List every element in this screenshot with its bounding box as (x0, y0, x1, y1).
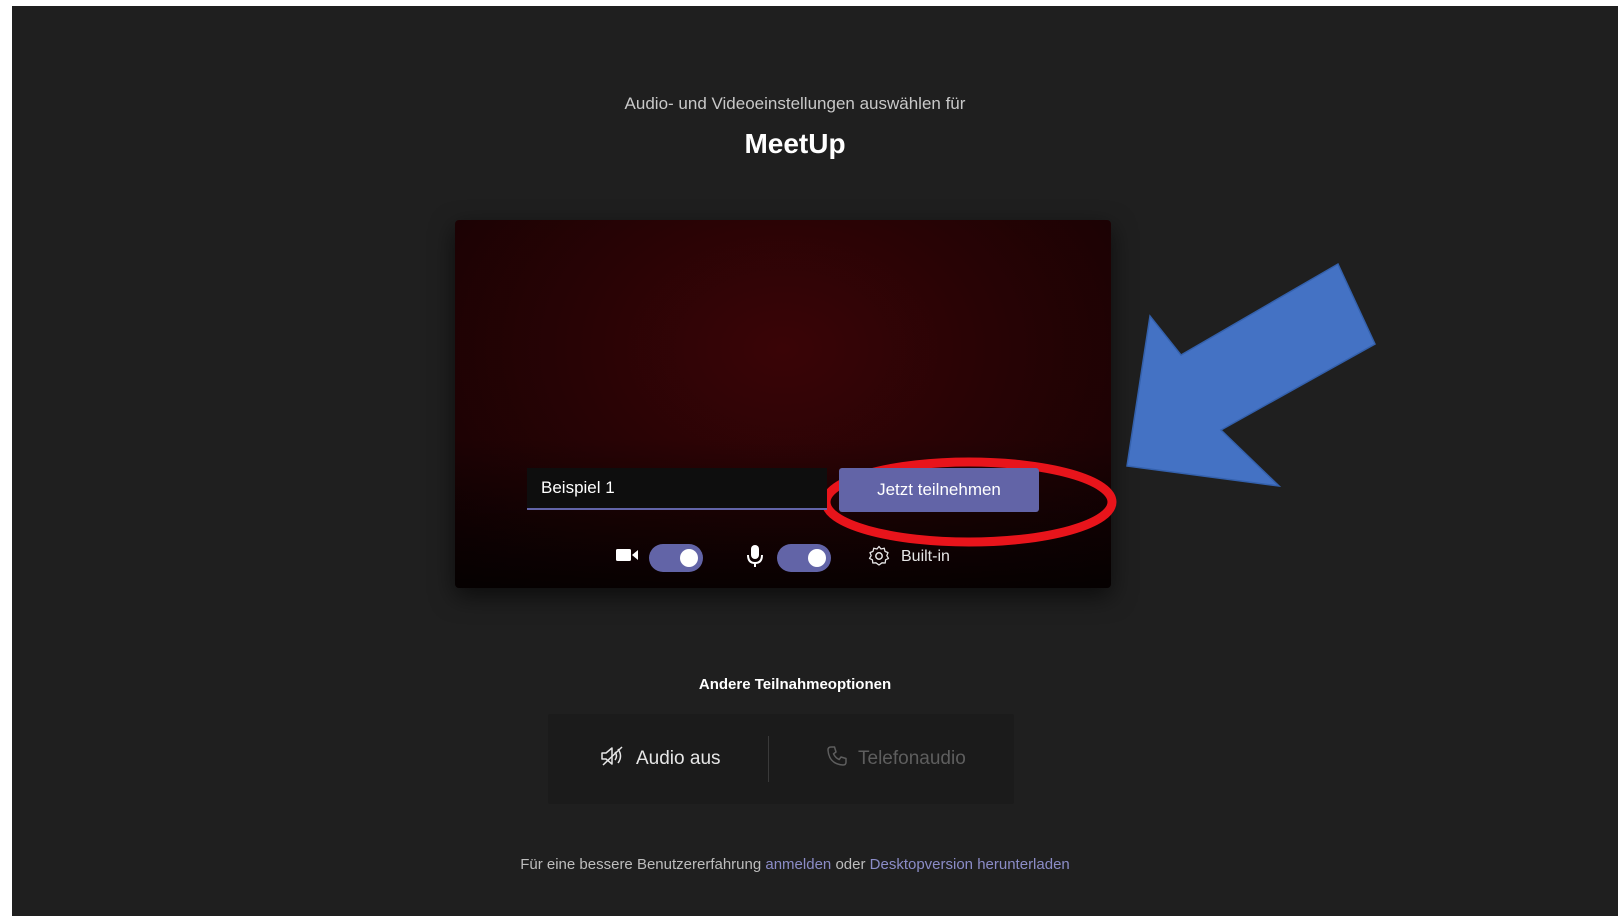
device-controls: Built-in (615, 542, 975, 574)
audio-off-option[interactable]: Audio aus (600, 714, 721, 804)
speaker-off-icon (600, 745, 636, 773)
phone-icon (826, 745, 858, 773)
phone-audio-label: Telefonaudio (858, 748, 966, 769)
audio-device-label[interactable]: Built-in (901, 548, 950, 566)
camera-icon (615, 546, 639, 569)
camera-toggle[interactable] (649, 544, 703, 572)
camera-toggle-knob (680, 549, 698, 567)
meeting-prejoin-screen: Audio- und Videoeinstellungen auswählen … (12, 6, 1618, 916)
microphone-toggle-knob (808, 549, 826, 567)
options-divider (768, 736, 769, 782)
join-now-button[interactable]: Jetzt teilnehmen (839, 468, 1039, 512)
download-desktop-link[interactable]: Desktopversion herunterladen (870, 856, 1070, 873)
footer-prefix: Für eine bessere Benutzererfahrung (520, 856, 762, 873)
sign-in-link[interactable]: anmelden (765, 856, 831, 873)
phone-audio-option: Telefonaudio (826, 714, 966, 804)
microphone-icon (746, 544, 764, 573)
display-name-input[interactable] (527, 468, 827, 510)
microphone-toggle[interactable] (777, 544, 831, 572)
audio-off-label: Audio aus (636, 748, 721, 769)
prejoin-subtitle: Audio- und Videoeinstellungen auswählen … (624, 94, 966, 113)
meeting-title: MeetUp (744, 128, 846, 159)
other-join-options-title: Andere Teilnahmeoptionen (698, 676, 892, 693)
footer-middle: oder (835, 856, 866, 873)
video-preview: Jetzt teilnehmen (455, 220, 1111, 588)
settings-gear-icon[interactable] (867, 544, 891, 573)
footer-text: Für eine bessere Benutzererfahrung anmel… (12, 856, 1578, 873)
other-join-options: Audio aus Telefonaudio (548, 714, 1014, 804)
